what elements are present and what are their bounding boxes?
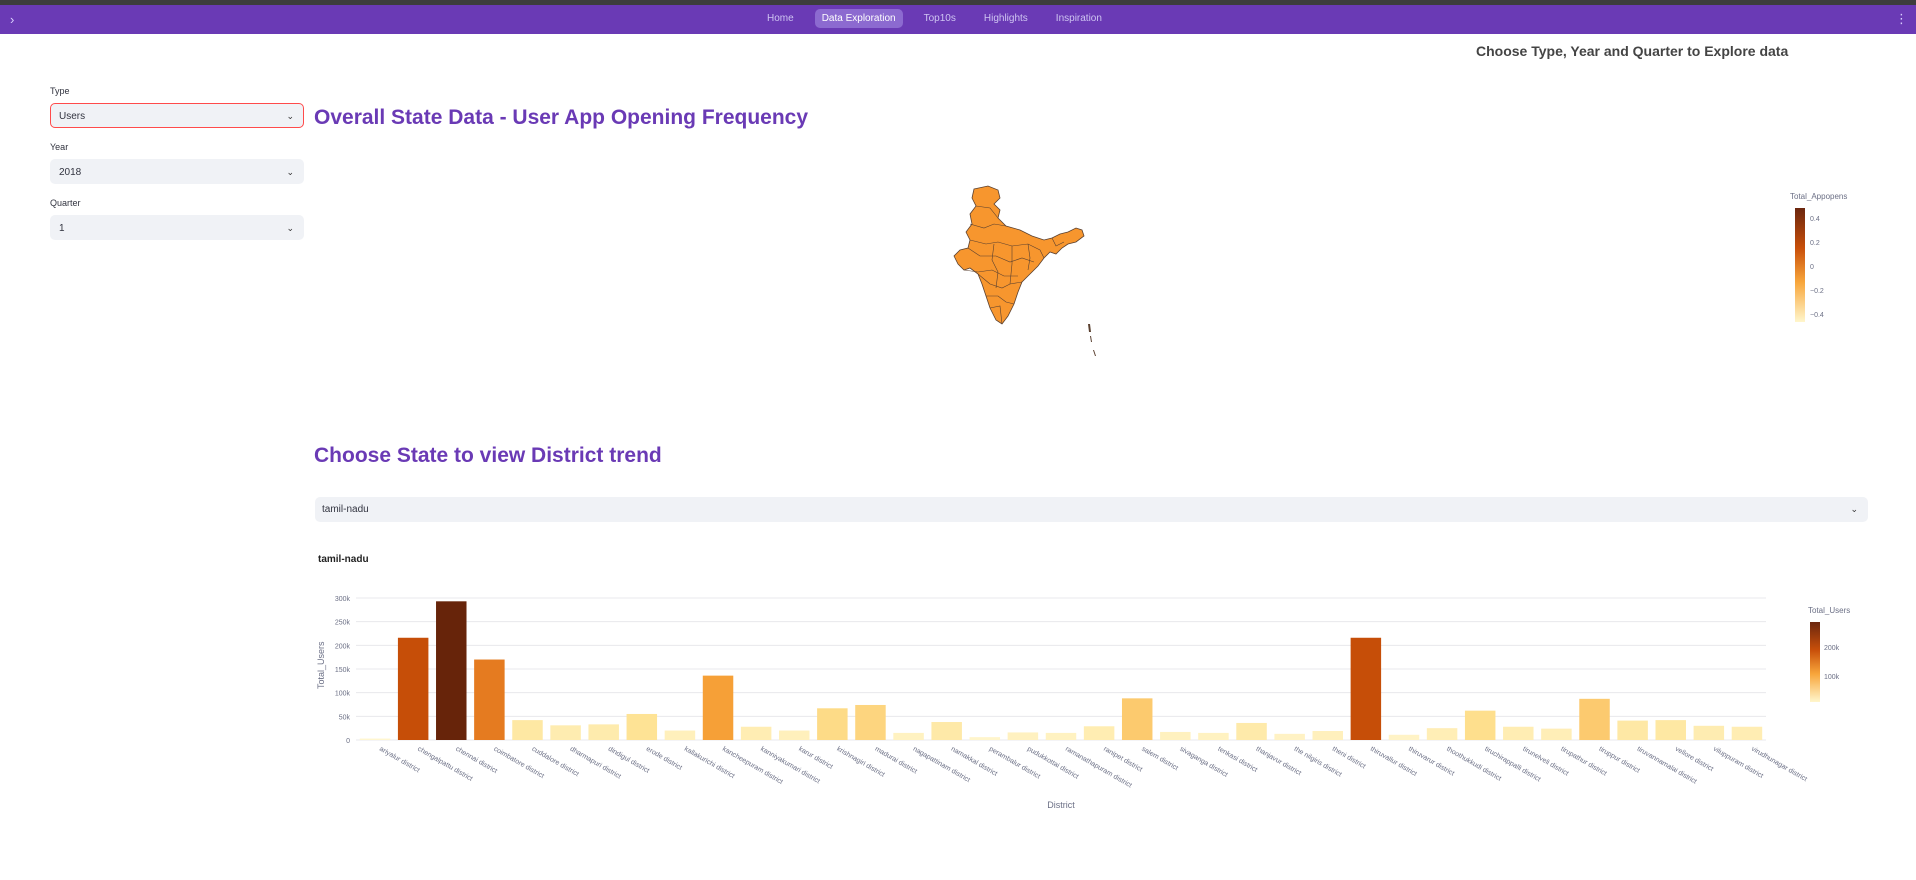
district-section-title: Choose State to view District trend xyxy=(314,444,662,467)
year-select-value: 2018 xyxy=(59,167,82,178)
map-colorbar-tick: 0.4 xyxy=(1810,216,1820,223)
district-bar-chart[interactable]: 0 50k 100k 150k 200k 250k 300k ariyalur distri… xyxy=(312,586,1812,816)
year-label: Year xyxy=(50,142,69,152)
type-select[interactable]: Users ⌄ xyxy=(50,103,304,128)
chart-bar[interactable] xyxy=(817,708,848,740)
chart-bar[interactable] xyxy=(397,637,429,740)
map-colorbar-tick: 0.2 xyxy=(1810,240,1820,247)
chart-bar[interactable] xyxy=(1274,733,1305,740)
chevron-down-icon: ⌄ xyxy=(286,223,294,233)
chart-bar[interactable] xyxy=(1121,698,1153,740)
chart-y-tick-label: 100k xyxy=(335,691,351,698)
nav-item-top10s[interactable]: Top10s xyxy=(917,9,963,28)
india-choropleth-map[interactable] xyxy=(940,184,1120,364)
quarter-label: Quarter xyxy=(50,198,81,208)
quarter-select[interactable]: 1 ⌄ xyxy=(50,215,304,240)
chart-bar[interactable] xyxy=(1388,734,1420,740)
chart-bar[interactable] xyxy=(1541,728,1572,740)
chart-bar[interactable] xyxy=(1579,698,1610,740)
chart-bar[interactable] xyxy=(1350,637,1382,740)
chart-colorbar xyxy=(1810,622,1820,702)
chart-bar[interactable] xyxy=(512,720,543,740)
map-section-title: Overall State Data - User App Opening Fr… xyxy=(314,106,809,129)
chart-x-tick-label: salem district xyxy=(1140,746,1179,773)
chart-bar[interactable] xyxy=(702,675,734,740)
state-select-value: tamil-nadu xyxy=(322,504,369,515)
chart-bar[interactable] xyxy=(779,730,810,740)
chevron-down-icon: ⌄ xyxy=(286,167,294,177)
chart-bar[interactable] xyxy=(931,722,962,740)
chart-bar[interactable] xyxy=(550,725,581,740)
chart-bar[interactable] xyxy=(1464,710,1496,740)
nav-item-highlights[interactable]: Highlights xyxy=(977,9,1035,28)
kebab-menu-icon[interactable]: ⋮ xyxy=(1895,11,1908,27)
chart-y-tick-label: 250k xyxy=(335,620,351,627)
district-chart-title: tamil-nadu xyxy=(318,554,369,565)
chart-bar[interactable] xyxy=(893,732,924,740)
chart-bar[interactable] xyxy=(1083,726,1115,740)
andaman-islands xyxy=(1088,324,1096,356)
type-label: Type xyxy=(50,86,70,96)
chart-bar[interactable] xyxy=(1617,720,1648,740)
chart-bar[interactable] xyxy=(969,737,1001,740)
chart-bar[interactable] xyxy=(436,601,467,740)
map-colorbar-tick: 0 xyxy=(1810,264,1814,271)
chart-bar[interactable] xyxy=(1426,728,1458,740)
chart-y-axis-label: Total_Users xyxy=(316,641,326,689)
chart-bar[interactable] xyxy=(1693,725,1725,740)
chart-y-tick-label: 300k xyxy=(335,596,351,603)
chart-bar[interactable] xyxy=(1160,731,1191,740)
chart-y-tick-label: 150k xyxy=(335,667,351,674)
map-colorbar-tick: −0.2 xyxy=(1810,288,1824,295)
chart-bar[interactable] xyxy=(1007,732,1039,740)
chart-bar[interactable] xyxy=(1655,720,1686,740)
india-map-shape[interactable] xyxy=(953,185,1085,325)
chart-bar[interactable] xyxy=(626,713,658,740)
type-select-value: Users xyxy=(59,111,86,122)
map-colorbar xyxy=(1795,208,1805,322)
chart-bar[interactable] xyxy=(474,659,505,740)
map-colorbar-title: Total_Appopens xyxy=(1790,192,1848,201)
filter-panel: Type Users ⌄ Year 2018 ⌄ Quarter 1 ⌄ xyxy=(50,86,304,254)
nav-item-inspiration[interactable]: Inspiration xyxy=(1049,9,1109,28)
chart-x-axis-label: District xyxy=(1047,800,1075,810)
chart-x-tick-label: ramanathapuram district xyxy=(1064,746,1133,790)
chevron-down-icon: ⌄ xyxy=(286,111,294,121)
chart-bar[interactable] xyxy=(1731,726,1763,740)
year-select[interactable]: 2018 ⌄ xyxy=(50,159,304,184)
state-select[interactable]: tamil-nadu ⌄ xyxy=(315,497,1868,522)
chevron-down-icon: ⌄ xyxy=(1850,504,1858,514)
chart-x-ticks: ariyalur districtchengalpattu districtch… xyxy=(378,746,1808,790)
nav-item-home[interactable]: Home xyxy=(760,9,801,28)
chart-colorbar-tick: 100k xyxy=(1824,674,1840,681)
map-colorbar-tick: −0.4 xyxy=(1810,312,1824,319)
chart-y-tick-label: 50k xyxy=(339,714,351,721)
chart-bar[interactable] xyxy=(1045,732,1077,740)
chevron-right-icon[interactable]: › xyxy=(10,12,14,27)
chart-y-tick-label: 200k xyxy=(335,643,351,650)
chart-bar[interactable] xyxy=(1312,731,1343,740)
nav-item-data-exploration[interactable]: Data Exploration xyxy=(814,9,903,28)
chart-bar[interactable] xyxy=(740,726,772,740)
chart-y-tick-label: 0 xyxy=(346,738,350,745)
top-navbar: › Home Data Exploration Top10s Highlight… xyxy=(0,5,1916,34)
page-hint: Choose Type, Year and Quarter to Explore… xyxy=(1476,43,1789,59)
chart-y-ticks: 0 50k 100k 150k 200k 250k 300k xyxy=(335,596,351,745)
chart-bar[interactable] xyxy=(664,730,696,740)
chart-bar[interactable] xyxy=(588,724,619,740)
chart-bar[interactable] xyxy=(1503,726,1534,740)
chart-x-tick-label: theni district xyxy=(1331,746,1367,771)
nav-menu: Home Data Exploration Top10s Highlights … xyxy=(760,9,1117,28)
chart-colorbar-title: Total_Users xyxy=(1808,606,1851,615)
chart-x-tick-label: ariyalur district xyxy=(378,746,421,775)
chart-gridlines xyxy=(356,597,1766,741)
chart-bar[interactable] xyxy=(359,738,391,740)
chart-bar[interactable] xyxy=(1236,722,1267,740)
chart-bar[interactable] xyxy=(1198,732,1229,740)
quarter-select-value: 1 xyxy=(59,223,65,234)
chart-colorbar-tick: 200k xyxy=(1824,645,1840,652)
chart-bar[interactable] xyxy=(855,704,886,740)
chart-x-tick-label: karur district xyxy=(797,746,834,771)
